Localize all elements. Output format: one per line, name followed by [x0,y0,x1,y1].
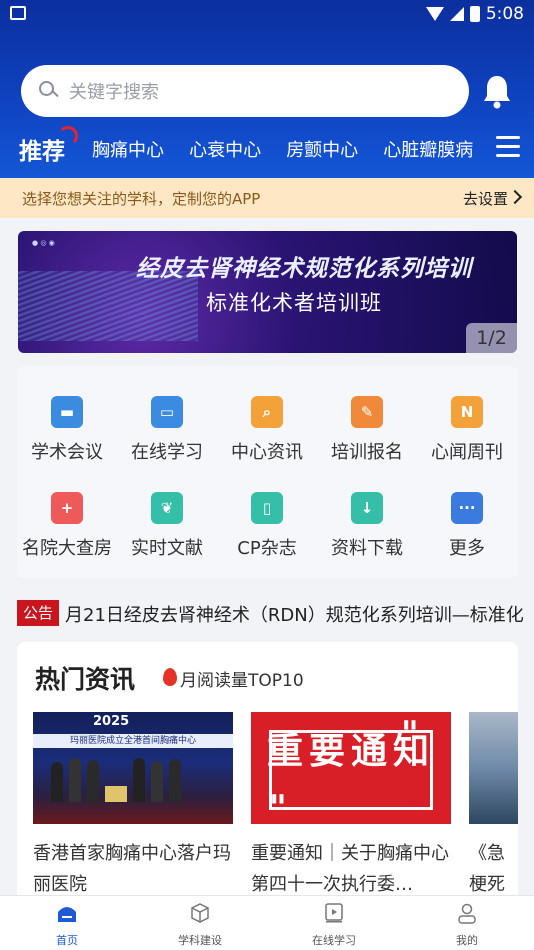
status-time: 5:08 [485,4,524,24]
status-icons: 5:08 [425,4,524,24]
cube-icon [191,903,209,923]
tab-label: 我的 [456,934,478,947]
cloud-download-icon: ↓ [351,492,383,524]
bell-icon[interactable] [482,73,512,109]
search-input[interactable]: 关键字搜索 [21,65,469,117]
menu-icon[interactable] [496,136,520,160]
home-icon [58,907,76,922]
grid-item[interactable]: ▬ 学术会议 [17,366,117,463]
header: 5:08 关键字搜索 推荐 胸痛中心 心衰中心 房颤中心 心脏瓣膜病 [0,0,534,178]
signal-icon [449,7,464,21]
grid-item-label: 中心资讯 [231,442,303,463]
grid-item[interactable]: ↓ 资料下载 [317,462,417,559]
tab-heart-failure[interactable]: 心衰中心 [189,136,261,162]
tab-valve-disease[interactable]: 心脏瓣膜病 [383,136,473,162]
news-title: 香港首家胸痛中心落户玛丽医院 [33,843,231,895]
tab-mine[interactable]: 我的 [407,902,527,948]
announcement-bar[interactable]: 公告 月21日经皮去肾神经术（RDN）规范化系列培训—标准化 [17,598,534,628]
tab-home[interactable]: 首页 [7,902,127,948]
search-icon [39,81,59,101]
more-icon: ··· [451,492,483,524]
notice-text: 选择您想关注的学科，定制您的APP [22,190,261,208]
play-icon [325,903,343,923]
grid-item-label: 资料下载 [331,538,403,559]
grid-item-label: CP杂志 [237,538,297,559]
wifi-icon [425,7,444,21]
news-image: 重要通知 " " [251,712,451,824]
news-card[interactable]: 2025 玛丽医院成立全港首间胸痛中心 香港首家胸痛中心落户玛丽医院 [33,712,233,900]
search-doc-icon: ⌕ [251,396,283,428]
grid-item[interactable]: ✎ 培训报名 [317,366,417,463]
hospital-bed-icon: + [51,492,83,524]
active-tab-mark [58,126,78,146]
section-title: 热门资讯 [35,665,136,694]
grid-item[interactable]: ▯ CP杂志 [217,462,317,559]
grid-item[interactable]: + 名院大查房 [17,462,117,559]
grid-item[interactable]: ▭ 在线学习 [117,366,217,463]
banner-page-indicator: 1/2 [466,323,517,353]
news-icon: N [451,396,483,428]
banner-logos: ● ◎ ◉ [32,239,55,247]
tab-label: 首页 [56,934,78,947]
tab-chest-pain[interactable]: 胸痛中心 [92,136,164,162]
status-bar: 5:08 [0,0,534,30]
grid-item-label: 实时文献 [131,538,203,559]
tab-atrial-fibrillation[interactable]: 房颤中心 [286,136,358,162]
book-icon: ▯ [251,492,283,524]
tab-label: 学科建设 [178,934,222,947]
news-title: 《急梗死 [469,843,505,895]
news-card[interactable]: 重要通知 " " 重要通知｜关于胸痛中心第四十一次执行委… [251,712,451,900]
grid-item-label: 培训报名 [331,442,403,463]
banner-carousel[interactable]: ● ◎ ◉ 经皮去肾神经术规范化系列培训 标准化术者培训班 1/2 [18,231,517,353]
battery-icon [469,6,480,22]
announcement-text[interactable]: 月21日经皮去肾神经术（RDN）规范化系列培训—标准化 [65,601,524,627]
news-title: 重要通知｜关于胸痛中心第四十一次执行委… [251,843,449,895]
grid-item-label: 在线学习 [131,442,203,463]
news-image [469,712,518,824]
nav-items: 胸痛中心 心衰中心 房颤中心 心脏瓣膜病 [92,136,480,166]
hot-news-section: 热门资讯 月阅读量TOP10 2025 玛丽医院成立全港首间胸痛中心 香港首家胸… [17,642,518,902]
user-icon [458,903,476,924]
edit-icon: ✎ [351,396,383,428]
grid-item-label: 更多 [449,538,485,559]
news-card[interactable]: 《急梗死 [469,712,518,900]
building-icon: ▬ [51,396,83,428]
category-nav: 推荐 胸痛中心 心衰中心 房颤中心 心脏瓣膜病 [0,124,534,174]
news-image-text: 重要通知 [266,731,435,772]
grid-item[interactable]: ❦ 实时文献 [117,462,217,559]
leaf-icon: ❦ [151,492,183,524]
news-image: 2025 玛丽医院成立全港首间胸痛中心 [33,712,233,824]
bottom-tab-bar: 首页 学科建设 在线学习 我的 [0,895,534,950]
grid-item[interactable]: ⌕ 中心资讯 [217,366,317,463]
news-image-caption: 玛丽医院成立全港首间胸痛中心 [33,734,233,748]
tab-online-learning[interactable]: 在线学习 [274,902,394,948]
grid-item[interactable]: ··· 更多 [417,462,517,559]
chevron-right-icon[interactable] [507,189,523,205]
banner-subtitle: 标准化术者培训班 [206,291,382,315]
notification-icon [10,6,26,20]
section-subtitle: 月阅读量TOP10 [180,671,304,691]
news-image-year: 2025 [93,714,130,729]
grid-item[interactable]: N 心闻周刊 [417,366,517,463]
grid-item-label: 学术会议 [31,442,103,463]
banner-title: 经皮去肾神经术规范化系列培训 [136,256,472,282]
search-placeholder: 关键字搜索 [69,82,159,103]
grid-item-label: 心闻周刊 [431,442,503,463]
customize-notice: 选择您想关注的学科，定制您的APP 去设置 [0,178,534,218]
tab-discipline[interactable]: 学科建设 [140,902,260,948]
announcement-tag: 公告 [17,600,59,626]
monitor-icon: ▭ [151,396,183,428]
settings-link[interactable]: 去设置 [463,188,508,209]
fire-icon [163,668,177,686]
tab-label: 在线学习 [312,934,356,947]
grid-item-label: 名院大查房 [22,538,112,559]
function-grid: ▬ 学术会议 ▭ 在线学习 ⌕ 中心资讯 ✎ 培训报名 N 心闻周刊 + 名院大查房 ❦ 实时文献 ▯ CP杂… [17,366,518,578]
